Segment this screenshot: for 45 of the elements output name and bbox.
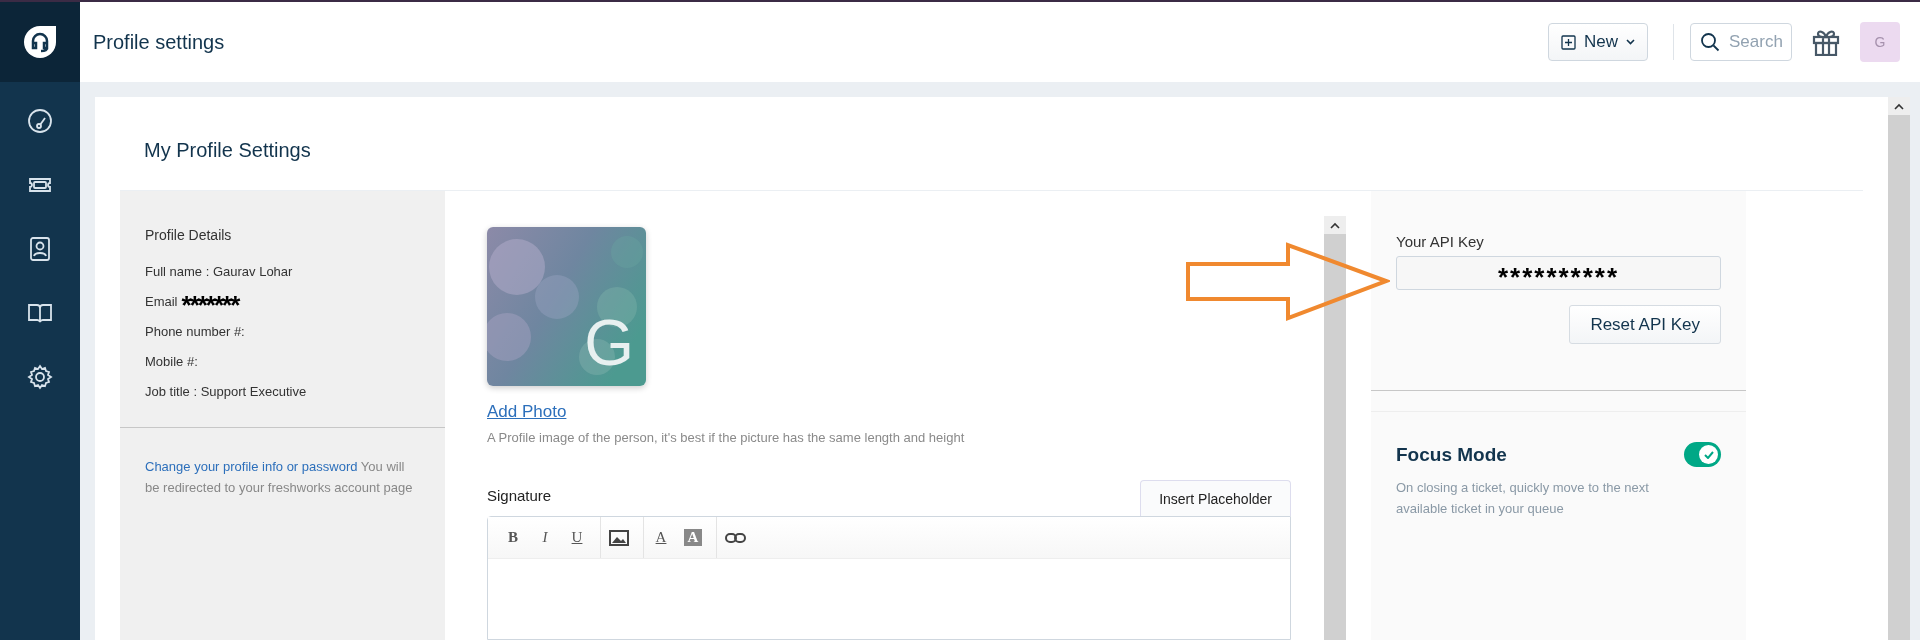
api-key-field[interactable]: ********** <box>1396 256 1721 290</box>
dashboard-icon[interactable] <box>27 108 53 134</box>
pointer-arrow-icon <box>1185 242 1390 322</box>
signature-label: Signature <box>487 487 552 506</box>
detail-line: Phone number #: <box>145 323 246 339</box>
signature-editor[interactable]: B I U A A <box>487 516 1291 640</box>
focus-mode-title: Focus Mode <box>1396 443 1507 466</box>
focus-mode-toggle[interactable] <box>1684 442 1721 467</box>
image-icon[interactable] <box>609 529 629 546</box>
detail-line: Job title : Support Executive <box>145 383 308 399</box>
profile-link[interactable]: Change your profile info or password <box>145 459 358 474</box>
logo-icon[interactable] <box>23 25 57 59</box>
redacted-value: ******* <box>181 289 239 313</box>
settings-icon[interactable] <box>27 364 53 390</box>
account-note: Change your profile info or password You will be redirected to your freshworks account page <box>144 458 414 497</box>
gift-icon[interactable] <box>1812 28 1840 56</box>
underline-button[interactable]: U <box>568 529 586 546</box>
link-icon[interactable] <box>725 530 747 545</box>
search-field[interactable]: Search <box>1690 23 1792 61</box>
search-icon <box>1700 32 1720 52</box>
detail-line: Full name : Gaurav Lohar <box>145 263 294 279</box>
detail-line: Mobile #: <box>145 353 199 369</box>
bold-button[interactable]: B <box>504 529 522 546</box>
italic-button[interactable]: I <box>536 529 554 546</box>
scrollbar[interactable] <box>1324 216 1346 640</box>
api-key-label: Your API Key <box>1396 233 1485 250</box>
plus-square-icon <box>1561 34 1576 50</box>
focus-mode-description: On closing a ticket, quickly move to the next available ticket in your queue <box>1396 479 1650 518</box>
page-scrollbar[interactable] <box>1888 97 1910 640</box>
insert-placeholder-button[interactable]: Insert Placeholder <box>1140 480 1291 516</box>
page-header-title: Profile settings <box>93 30 226 54</box>
caret-up-icon[interactable] <box>1330 221 1340 229</box>
highlight-button[interactable]: A <box>684 529 702 546</box>
add-photo-link[interactable]: Add Photo <box>487 402 567 422</box>
detail-label: Email <box>145 293 178 309</box>
chevron-down-icon <box>1626 39 1635 45</box>
photo-hint: A Profile image of the person, it's best if the picture has the same length and height <box>487 430 966 445</box>
caret-up-icon[interactable] <box>1894 102 1904 110</box>
profile-details-heading: Profile Details <box>145 227 233 243</box>
new-button[interactable]: New <box>1548 23 1648 61</box>
contact-card-icon[interactable] <box>27 236 53 262</box>
avatar-initial: G <box>584 306 634 380</box>
reset-api-key-button[interactable]: Reset API Key <box>1569 305 1721 344</box>
check-icon <box>1703 450 1714 459</box>
font-color-button[interactable]: A <box>652 529 670 546</box>
